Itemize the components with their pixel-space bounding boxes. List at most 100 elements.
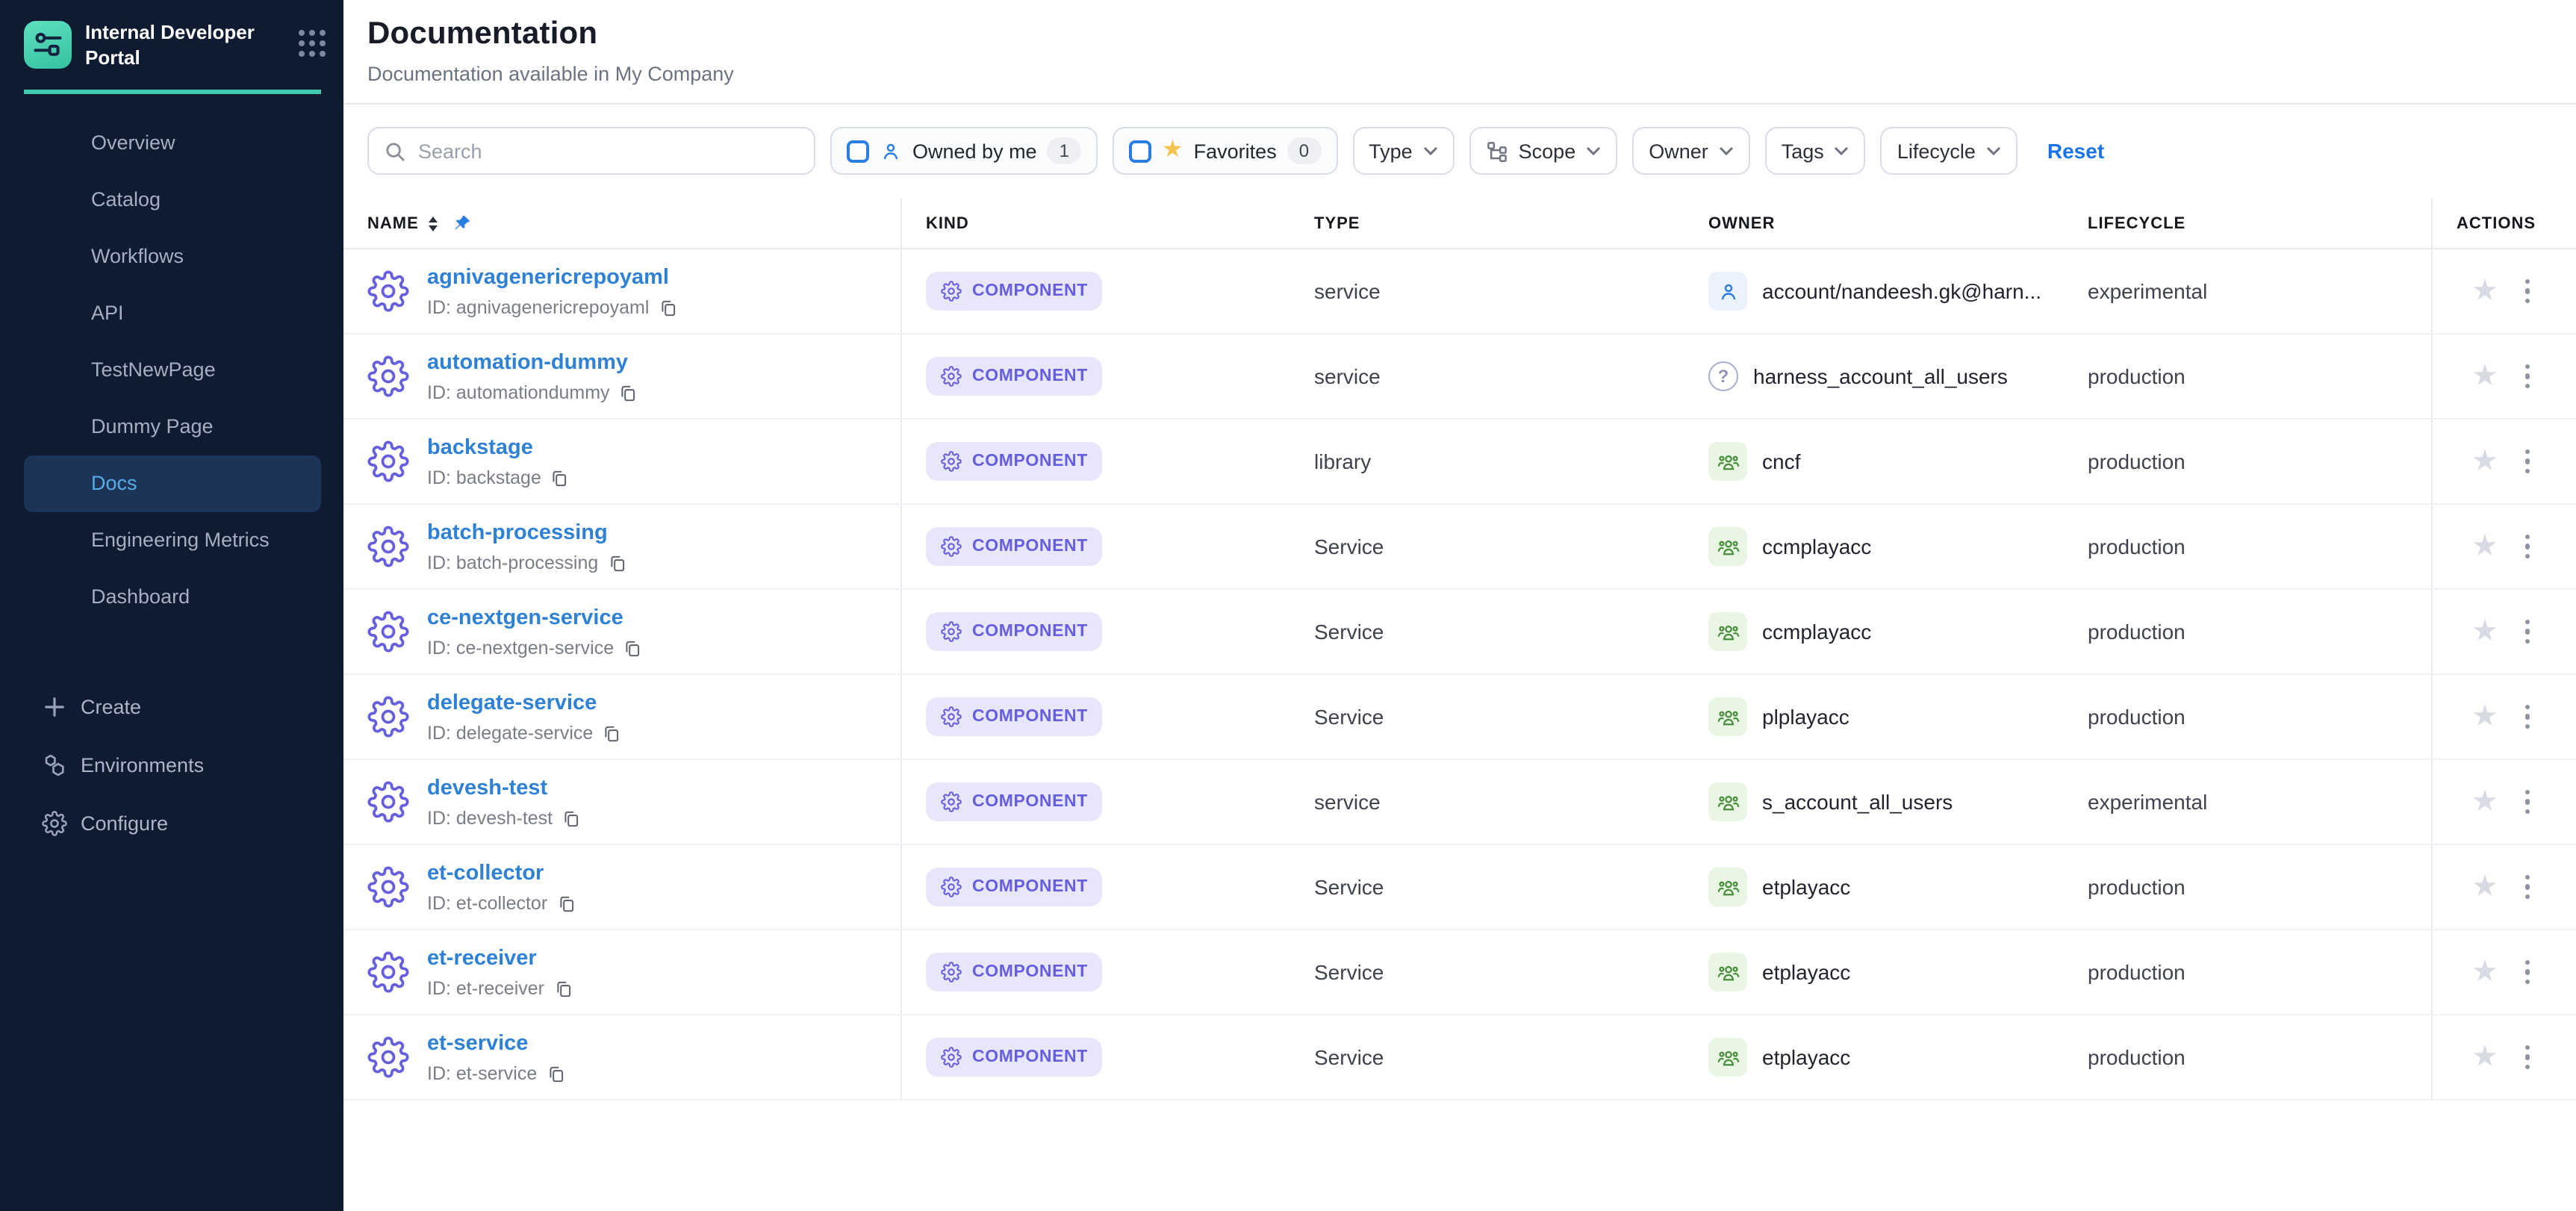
owner-link[interactable]: etplayacc <box>1762 1045 1850 1069</box>
copy-icon[interactable] <box>546 1064 565 1083</box>
entity-name-link[interactable]: et-collector <box>427 862 544 885</box>
kebab-menu-icon[interactable] <box>2522 617 2533 647</box>
sidebar-item-create[interactable]: Create <box>0 678 343 736</box>
search-input[interactable] <box>418 140 799 162</box>
sidebar-item[interactable]: Workflows <box>24 228 321 285</box>
kebab-menu-icon[interactable] <box>2522 532 2533 562</box>
kebab-menu-icon[interactable] <box>2522 872 2533 903</box>
sidebar-item[interactable]: Catalog <box>24 172 321 228</box>
owned-by-me-filter[interactable]: Owned by me 1 <box>830 127 1098 175</box>
main-content: Documentation Documentation available in… <box>343 0 2576 1211</box>
sort-icon[interactable] <box>429 216 438 231</box>
sidebar-nav: Overview Catalog Workflows API TestNewPa… <box>0 115 343 626</box>
kebab-menu-icon[interactable] <box>2522 702 2533 732</box>
entity-type: Service <box>1290 590 1684 673</box>
copy-icon[interactable] <box>561 809 581 828</box>
favorite-star-icon[interactable]: ★ <box>2471 361 2498 391</box>
apps-grid-icon[interactable] <box>299 30 326 57</box>
reset-button[interactable]: Reset <box>2047 139 2104 163</box>
copy-icon[interactable] <box>556 894 576 913</box>
sidebar-item[interactable]: Docs <box>24 455 321 512</box>
favorite-star-icon[interactable]: ★ <box>2471 532 2498 561</box>
favorite-star-icon[interactable]: ★ <box>2471 957 2498 987</box>
entity-id: ID: automationdummy <box>427 382 610 403</box>
sidebar-item-configure[interactable]: Configure <box>0 794 343 853</box>
sidebar-item[interactable]: Overview <box>24 115 321 172</box>
column-header-kind: KIND <box>902 199 1290 248</box>
kind-label: COMPONENT <box>972 452 1088 470</box>
lifecycle-dropdown[interactable]: Lifecycle <box>1881 127 2017 175</box>
favorite-star-icon[interactable]: ★ <box>2471 1042 2498 1072</box>
type-dropdown[interactable]: Type <box>1352 127 1455 175</box>
kebab-menu-icon[interactable] <box>2522 361 2533 392</box>
owner-link[interactable]: ccmplayacc <box>1762 535 1871 558</box>
owner-link[interactable]: plplayacc <box>1762 705 1849 729</box>
copy-icon[interactable] <box>553 979 573 998</box>
owner-link[interactable]: etplayacc <box>1762 960 1850 984</box>
owner-dropdown[interactable]: Owner <box>1632 127 1750 175</box>
entity-lifecycle: production <box>2064 505 2431 588</box>
favorites-checkbox[interactable] <box>1129 140 1151 162</box>
app-logo-icon[interactable] <box>24 21 72 69</box>
entity-type: Service <box>1290 675 1684 759</box>
tags-dropdown[interactable]: Tags <box>1765 127 1866 175</box>
favorite-star-icon[interactable]: ★ <box>2471 446 2498 476</box>
entity-name-link[interactable]: ce-nextgen-service <box>427 606 623 630</box>
entity-name-link[interactable]: et-receiver <box>427 947 537 971</box>
column-header-name[interactable]: NAME <box>343 199 902 248</box>
group-icon <box>1708 612 1747 651</box>
sidebar-item[interactable]: API <box>24 285 321 342</box>
owner-link[interactable]: cncf <box>1762 449 1800 473</box>
sidebar-item-label: TestNewPage <box>91 359 216 382</box>
scope-dropdown[interactable]: Scope <box>1469 127 1618 175</box>
sidebar-item-label: Dummy Page <box>91 416 214 438</box>
entity-name-link[interactable]: agnivagenericrepoyaml <box>427 266 669 290</box>
filter-bar: Owned by me 1 ★ Favorites 0 Type Scope O… <box>367 127 2552 175</box>
component-gear-icon <box>367 440 409 482</box>
copy-icon[interactable] <box>550 468 570 488</box>
entity-name-link[interactable]: delegate-service <box>427 691 597 715</box>
sidebar-item[interactable]: Engineering Metrics <box>24 512 321 569</box>
favorite-star-icon[interactable]: ★ <box>2471 702 2498 732</box>
copy-icon[interactable] <box>602 723 621 743</box>
copy-icon[interactable] <box>658 298 677 317</box>
entity-name-link[interactable]: devesh-test <box>427 776 547 800</box>
entity-name-link[interactable]: et-service <box>427 1032 528 1056</box>
favorite-star-icon[interactable]: ★ <box>2471 872 2498 902</box>
entity-name-link[interactable]: backstage <box>427 436 533 460</box>
owner-link[interactable]: account/nandeesh.gk@harn... <box>1762 279 2041 303</box>
kebab-menu-icon[interactable] <box>2522 446 2533 477</box>
entity-name-link[interactable]: automation-dummy <box>427 351 628 375</box>
pin-icon[interactable] <box>453 214 473 233</box>
kebab-menu-icon[interactable] <box>2522 276 2533 307</box>
copy-icon[interactable] <box>607 553 626 573</box>
favorite-star-icon[interactable]: ★ <box>2471 276 2498 306</box>
entity-type: service <box>1290 334 1684 418</box>
sidebar-item[interactable]: TestNewPage <box>24 342 321 399</box>
favorite-star-icon[interactable]: ★ <box>2471 617 2498 647</box>
copy-icon[interactable] <box>623 638 642 658</box>
group-icon <box>1708 868 1747 906</box>
search-box <box>367 127 815 175</box>
copy-icon[interactable] <box>619 383 638 402</box>
search-icon <box>384 140 406 162</box>
sidebar-item[interactable]: Dashboard <box>24 569 321 626</box>
owned-by-me-checkbox[interactable] <box>847 140 869 162</box>
sidebar-item-environments[interactable]: Environments <box>0 736 343 794</box>
owner-link[interactable]: etplayacc <box>1762 875 1850 899</box>
owner-link[interactable]: ccmplayacc <box>1762 620 1871 644</box>
kebab-menu-icon[interactable] <box>2522 957 2533 988</box>
entity-name-link[interactable]: batch-processing <box>427 521 608 545</box>
favorites-label: Favorites <box>1194 140 1277 162</box>
kind-badge: COMPONENT <box>926 868 1103 906</box>
sidebar-item[interactable]: Dummy Page <box>24 399 321 455</box>
user-icon <box>1708 272 1747 311</box>
kind-badge: COMPONENT <box>926 442 1103 481</box>
favorite-star-icon[interactable]: ★ <box>2471 787 2498 817</box>
kebab-menu-icon[interactable] <box>2522 787 2533 818</box>
entity-lifecycle: production <box>2064 930 2431 1014</box>
owner-link[interactable]: harness_account_all_users <box>1753 364 2008 388</box>
favorites-filter[interactable]: ★ Favorites 0 <box>1113 127 1337 175</box>
kebab-menu-icon[interactable] <box>2522 1042 2533 1073</box>
owner-link[interactable]: s_account_all_users <box>1762 790 1953 814</box>
